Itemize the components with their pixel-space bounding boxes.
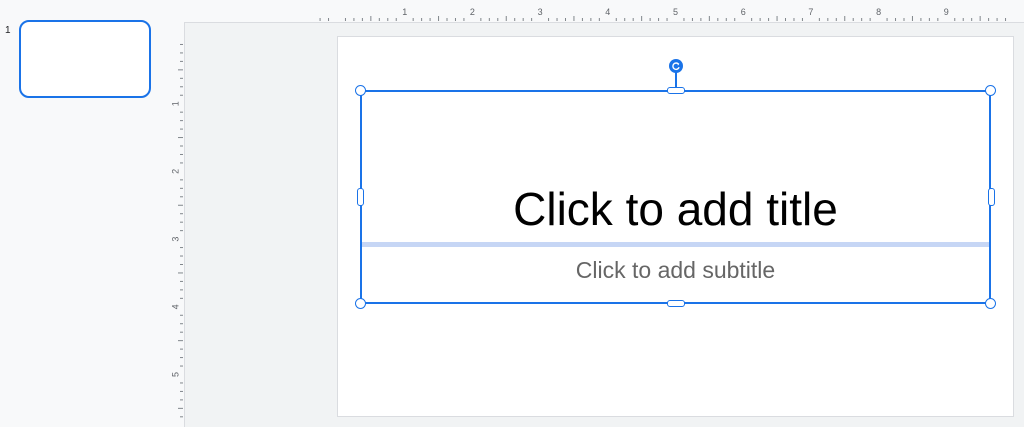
resize-handle-bottom-right[interactable] — [985, 298, 996, 309]
ruler-label: 5 — [673, 7, 678, 17]
ruler-label: 8 — [876, 7, 881, 17]
ruler-label: 3 — [538, 7, 543, 17]
slide-number: 1 — [5, 25, 11, 36]
resize-handle-top-left[interactable] — [355, 85, 366, 96]
subtitle-placeholder[interactable]: Click to add subtitle — [362, 248, 989, 304]
ruler-label: 2 — [170, 169, 180, 174]
ruler-label: 6 — [741, 7, 746, 17]
ruler-label: 2 — [470, 7, 475, 17]
resize-handle-right[interactable] — [988, 188, 995, 206]
resize-handle-bottom-left[interactable] — [355, 298, 366, 309]
horizontal-ruler[interactable]: 1 2 3 4 5 6 7 8 9 — [184, 0, 1024, 23]
title-placeholder[interactable]: Click to add title — [362, 92, 989, 244]
subtitle-placeholder-text: Click to add subtitle — [575, 256, 776, 283]
title-placeholder-group[interactable]: Click to add title Click to add subtitle — [360, 90, 991, 304]
slide-filmstrip: 1 — [0, 0, 172, 427]
ruler-label: 7 — [808, 7, 813, 17]
resize-handle-top-right[interactable] — [985, 85, 996, 96]
ruler-label: 1 — [402, 7, 407, 17]
ruler-label: 5 — [170, 372, 180, 377]
ruler-label: 3 — [170, 237, 180, 242]
rotate-handle-icon[interactable] — [669, 59, 683, 73]
ruler-label: 1 — [170, 101, 180, 106]
resize-handle-top[interactable] — [667, 87, 685, 94]
vertical-ruler[interactable]: 1 2 3 4 5 — [168, 22, 185, 427]
resize-handle-left[interactable] — [357, 188, 364, 206]
title-placeholder-text: Click to add title — [513, 183, 838, 235]
ruler-label: 4 — [170, 304, 180, 309]
slide-thumbnail[interactable] — [19, 20, 151, 98]
ruler-label: 4 — [605, 7, 610, 17]
ruler-label: 9 — [944, 7, 949, 17]
placeholder-divider — [362, 242, 989, 247]
resize-handle-bottom[interactable] — [667, 300, 685, 307]
